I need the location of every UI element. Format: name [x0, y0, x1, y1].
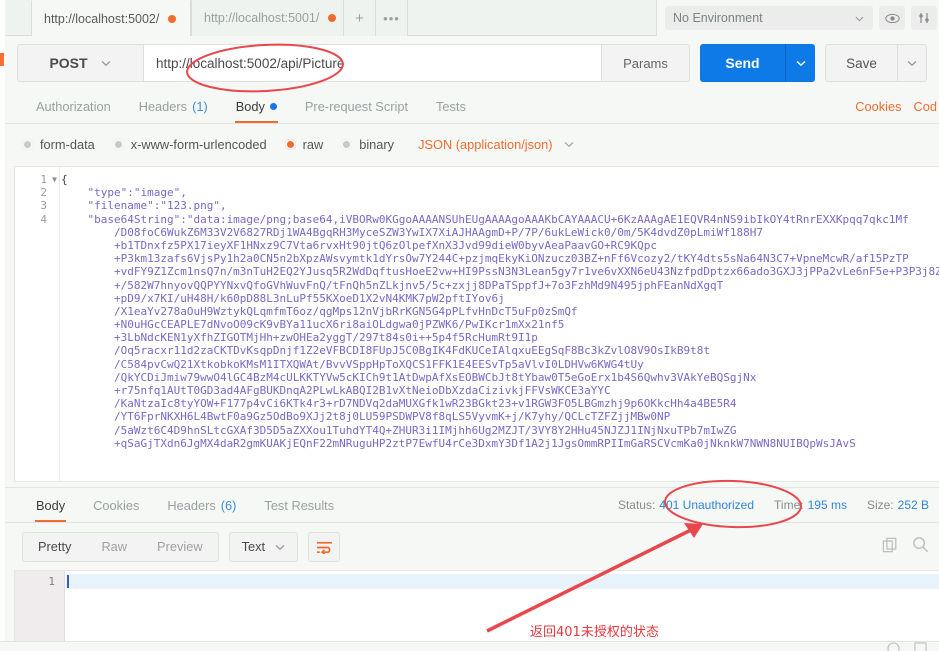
annotation-arrow-line	[486, 525, 698, 633]
annotation-ellipse-url	[186, 43, 344, 93]
annotation-label-401: 返回401未授权的状态	[530, 625, 659, 640]
annotation-overlay	[186, 43, 802, 633]
annotation-ellipse-status	[664, 479, 802, 529]
postman-app-window: http://localhost:5002/ http://localhost:…	[0, 0, 939, 651]
